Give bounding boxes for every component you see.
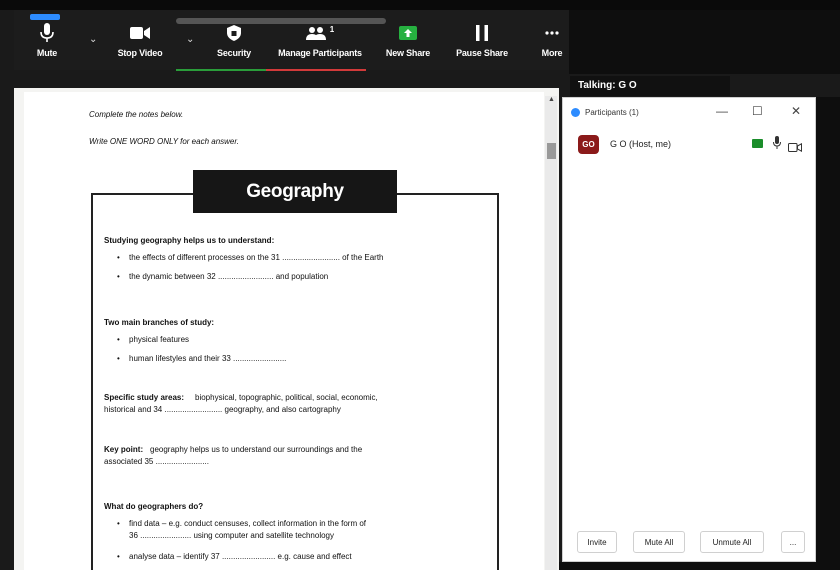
bullet: • xyxy=(117,253,120,262)
pause-share-label: Pause Share xyxy=(456,48,508,58)
note-line: analyse data – identify 37 .............… xyxy=(129,552,352,561)
security-button[interactable]: Security xyxy=(212,22,256,66)
participants-icon: 1 xyxy=(305,22,335,44)
note-line: human lifestyles and their 33 ..........… xyxy=(129,354,287,363)
zoom-indicator xyxy=(30,14,60,20)
mute-all-button[interactable]: Mute All xyxy=(633,531,685,553)
note-line: the dynamic between 32 .................… xyxy=(129,272,329,281)
note-line: 36 ....................... using compute… xyxy=(129,531,334,540)
scrollbar-thumb[interactable] xyxy=(547,143,556,159)
bullet: • xyxy=(117,552,120,561)
bullet: • xyxy=(117,335,120,344)
close-icon[interactable]: ✕ xyxy=(791,104,801,118)
window-edge xyxy=(559,562,840,570)
security-label: Security xyxy=(217,48,251,58)
note-line: physical features xyxy=(129,335,190,344)
note-line: historical and 34 ......................… xyxy=(104,405,341,414)
minimize-icon[interactable]: — xyxy=(716,104,728,118)
panel-title: Participants (1) xyxy=(585,108,639,117)
top-edge xyxy=(0,0,840,10)
document-scrollbar[interactable] xyxy=(545,96,557,570)
more-options-button[interactable]: ... xyxy=(781,531,805,553)
section-heading: Studying geography helps us to understan… xyxy=(104,236,275,245)
more-dots-icon xyxy=(545,22,559,44)
notes-box xyxy=(91,193,499,570)
section-heading: Specific study areas: xyxy=(104,393,185,402)
new-share-button[interactable]: New Share xyxy=(386,22,430,66)
stop-video-label: Stop Video xyxy=(117,48,163,58)
note-line: associated 35 ........................ xyxy=(104,457,209,466)
section-heading: What do geographers do? xyxy=(104,502,204,511)
share-status-bar-green xyxy=(176,69,266,71)
pause-share-button[interactable]: Pause Share xyxy=(456,22,508,66)
manage-participants-button[interactable]: 1 Manage Participants xyxy=(272,22,368,66)
section-heading: Two main branches of study: xyxy=(104,318,215,327)
microphone-icon[interactable] xyxy=(773,136,781,154)
maximize-icon[interactable]: ☐ xyxy=(752,104,763,118)
video-area xyxy=(569,10,840,74)
share-status-bar-red xyxy=(266,69,366,71)
bullet: • xyxy=(117,272,120,281)
video-camera-icon xyxy=(130,22,150,44)
stop-video-button[interactable]: Stop Video xyxy=(112,22,168,66)
note-line: find data – e.g. conduct censuses, colle… xyxy=(129,519,367,528)
scroll-up-icon[interactable]: ▲ xyxy=(548,96,555,103)
screen-share-icon xyxy=(752,139,763,148)
chevron-up-icon[interactable]: ⌄ xyxy=(186,34,194,45)
participant-count: 1 xyxy=(329,24,335,34)
document-title: Geography xyxy=(193,170,397,213)
note-line: biophysical, topographic, political, soc… xyxy=(195,393,378,402)
microphone-icon xyxy=(40,22,54,44)
avatar: GO xyxy=(578,135,599,154)
video-camera-icon[interactable] xyxy=(788,139,802,157)
instruction-text: Complete the notes below. xyxy=(89,110,184,119)
unmute-all-button[interactable]: Unmute All xyxy=(700,531,764,553)
bullet: • xyxy=(117,519,120,528)
share-screen-icon xyxy=(399,22,417,44)
participants-panel xyxy=(562,97,816,562)
invite-button[interactable]: Invite xyxy=(577,531,617,553)
instruction-text: Write ONE WORD ONLY for each answer. xyxy=(89,137,239,146)
talking-indicator: Talking: G O xyxy=(570,76,730,96)
pause-icon xyxy=(476,22,488,44)
participant-name[interactable]: G O (Host, me) xyxy=(610,139,671,149)
shield-icon xyxy=(227,22,241,44)
window-edge xyxy=(816,97,840,570)
chevron-up-icon[interactable]: ⌄ xyxy=(89,34,97,45)
mute-button[interactable]: Mute xyxy=(30,22,64,66)
mute-label: Mute xyxy=(36,48,58,58)
new-share-label: New Share xyxy=(385,48,431,58)
section-heading: Key point: xyxy=(104,445,144,454)
bullet: • xyxy=(117,354,120,363)
more-button[interactable]: More xyxy=(538,22,566,66)
note-line: the effects of different processes on th… xyxy=(129,253,384,262)
zoom-logo-icon xyxy=(571,108,580,117)
note-line: geography helps us to understand our sur… xyxy=(150,445,363,454)
more-label: More xyxy=(541,48,563,58)
manage-participants-label: Manage Participants xyxy=(278,48,362,58)
